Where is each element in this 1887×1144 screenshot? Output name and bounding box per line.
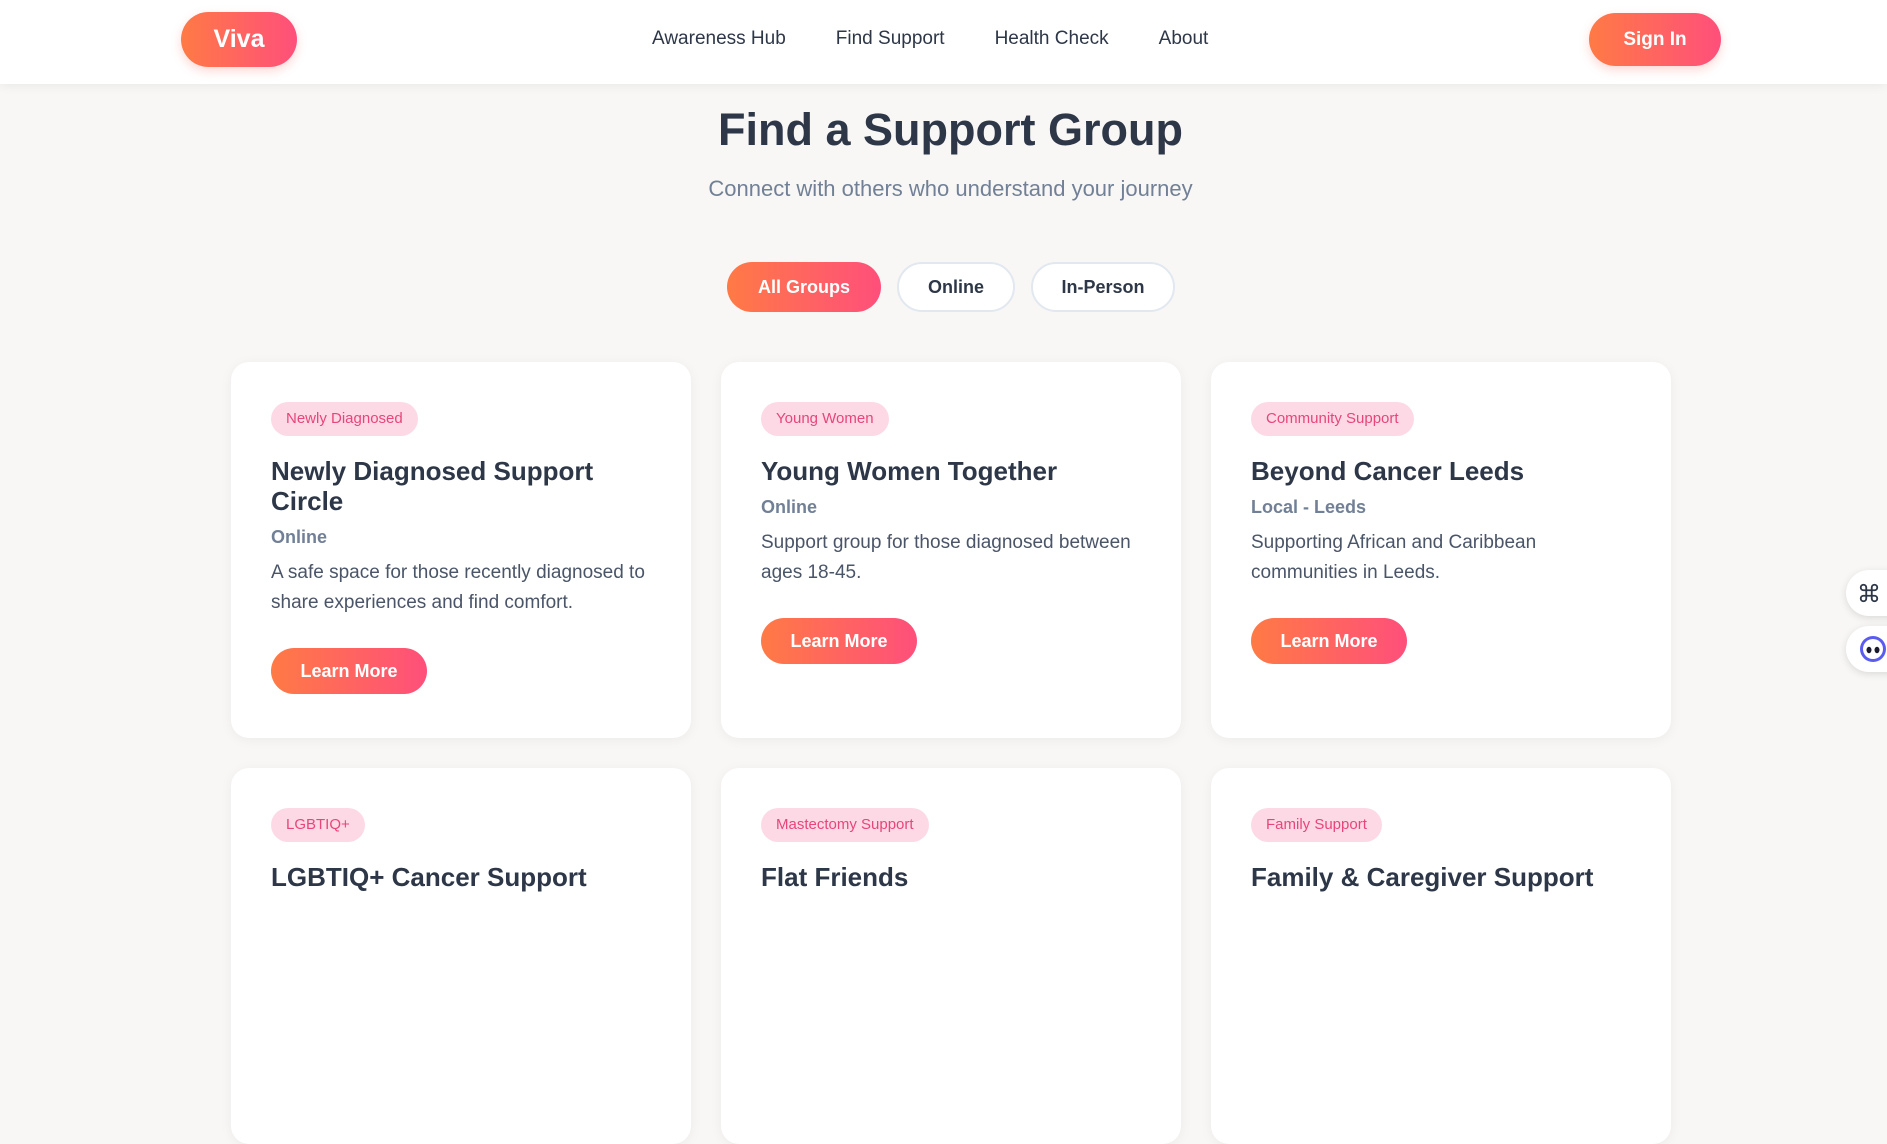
- command-icon: [1859, 583, 1879, 603]
- command-widget[interactable]: [1846, 570, 1887, 616]
- learn-more-button[interactable]: Learn More: [1251, 618, 1407, 664]
- assistant-face-icon: [1860, 636, 1886, 662]
- group-title: LGBTIQ+ Cancer Support: [271, 862, 587, 892]
- filter-all-groups[interactable]: All Groups: [727, 262, 881, 312]
- group-location: Online: [761, 497, 818, 517]
- nav-links: Awareness Hub Find Support Health Check …: [652, 24, 1208, 54]
- group-category-badge: Family Support: [1251, 808, 1382, 842]
- viva-logo[interactable]: Viva: [181, 12, 297, 67]
- page-subtitle: Connect with others who understand your …: [708, 176, 1193, 201]
- filter-in-person[interactable]: In-Person: [1031, 262, 1175, 312]
- learn-more-button[interactable]: Learn More: [761, 618, 917, 664]
- assistant-widget[interactable]: [1846, 626, 1887, 672]
- group-title: Newly Diagnosed Support Circle: [271, 456, 594, 516]
- group-card: Community Support Beyond Cancer Leeds Lo…: [1211, 362, 1671, 738]
- group-title: Beyond Cancer Leeds: [1251, 456, 1525, 486]
- page-title: Find a Support Group: [718, 104, 1183, 155]
- group-category-badge: Newly Diagnosed: [271, 402, 418, 436]
- group-category-badge: LGBTIQ+: [271, 808, 365, 842]
- top-navbar: Viva Awareness Hub Find Support Health C…: [0, 0, 1887, 84]
- learn-more-button[interactable]: Learn More: [271, 648, 427, 694]
- group-description: A safe space for those recently diagnose…: [271, 562, 645, 613]
- group-card: Family Support Family & Caregiver Suppor…: [1211, 768, 1671, 1144]
- group-description: Supporting African and Caribbean communi…: [1251, 532, 1537, 583]
- sign-in-button[interactable]: Sign In: [1589, 13, 1721, 66]
- group-category-badge: Mastectomy Support: [761, 808, 929, 842]
- nav-link-awareness-hub[interactable]: Awareness Hub: [652, 28, 786, 50]
- group-title: Flat Friends: [761, 862, 909, 892]
- group-description: Support group for those diagnosed betwee…: [761, 532, 1131, 583]
- filter-online[interactable]: Online: [897, 262, 1015, 312]
- group-card: Newly Diagnosed Newly Diagnosed Support …: [231, 362, 691, 738]
- support-group-grid: Newly Diagnosed Newly Diagnosed Support …: [231, 362, 1671, 1144]
- group-category-badge: Community Support: [1251, 402, 1414, 436]
- group-card: LGBTIQ+ LGBTIQ+ Cancer Support: [231, 768, 691, 1144]
- group-card: Young Women Young Women Together Online …: [721, 362, 1181, 738]
- group-title: Family & Caregiver Support: [1251, 862, 1594, 892]
- group-location: Local - Leeds: [1251, 497, 1367, 517]
- nav-link-health-check[interactable]: Health Check: [995, 28, 1109, 50]
- nav-link-about[interactable]: About: [1159, 28, 1209, 50]
- group-location: Online: [271, 527, 328, 547]
- group-card: Mastectomy Support Flat Friends: [721, 768, 1181, 1144]
- group-title: Young Women Together: [761, 456, 1058, 486]
- filter-tabs: All Groups Online In-Person: [727, 262, 1175, 312]
- nav-link-find-support[interactable]: Find Support: [836, 28, 945, 50]
- group-category-badge: Young Women: [761, 402, 889, 436]
